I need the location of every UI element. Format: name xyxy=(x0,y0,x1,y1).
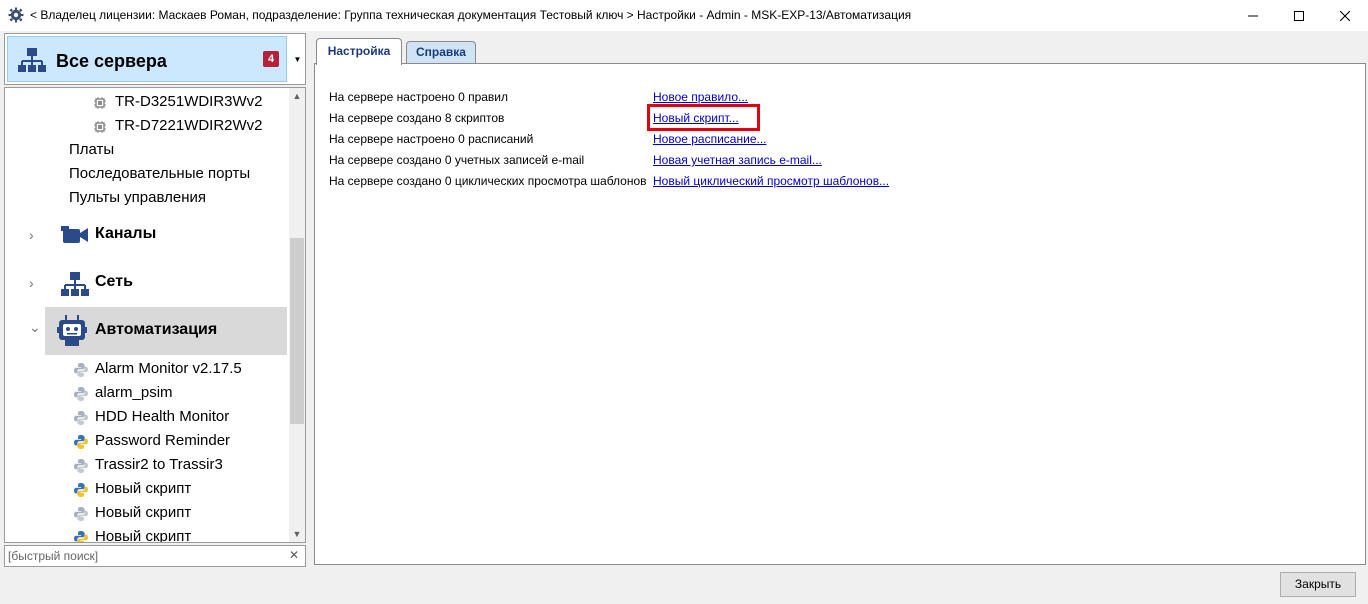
title-bar: < Владелец лицензии: Маскаев Роман, подр… xyxy=(0,0,1368,31)
tree-section-network[interactable]: › Сеть xyxy=(5,259,289,307)
tree-script-item[interactable]: Trassir2 to Trassir3 xyxy=(5,453,289,477)
tree-section-automation-selected[interactable]: Автоматизация xyxy=(45,307,287,355)
new-email-account-link[interactable]: Новая учетная запись e-mail... xyxy=(653,153,822,173)
new-schedule-link[interactable]: Новое расписание... xyxy=(653,132,767,152)
python-icon-inactive xyxy=(74,411,88,425)
tree-script-label: alarm_psim xyxy=(95,384,173,401)
tree-script-label: Alarm Monitor v2.17.5 xyxy=(95,360,242,377)
server-dropdown-button[interactable]: ▼ xyxy=(290,34,305,84)
tree-item-label: Последовательные порты xyxy=(69,165,251,182)
network-icon xyxy=(61,272,89,296)
camera-icon xyxy=(61,226,88,243)
python-icon-inactive xyxy=(74,459,88,473)
window-title: < Владелец лицензии: Маскаев Роман, подр… xyxy=(30,8,912,22)
left-panel: Все сервера 4 ▼ TR-D3251WDIR3Wv2 TR-D722… xyxy=(4,33,306,567)
tree-script-label: Trassir2 to Trassir3 xyxy=(95,456,223,473)
tree-section-label: Каналы xyxy=(95,225,157,242)
schedules-status-text: На сервере настроено 0 расписаний xyxy=(329,132,534,146)
tree-script-label: Новый скрипт xyxy=(95,504,192,521)
rules-status-text: На сервере настроено 0 правил xyxy=(329,90,509,104)
close-button[interactable]: Закрыть xyxy=(1280,572,1356,597)
minimize-button[interactable] xyxy=(1230,0,1276,31)
tree-script-item[interactable]: HDD Health Monitor xyxy=(5,405,289,429)
network-icon xyxy=(18,48,46,72)
new-template-tour-link[interactable]: Новый циклический просмотр шаблонов... xyxy=(653,174,889,194)
gear-icon xyxy=(8,7,24,23)
tree-device-item[interactable]: TR-D3251WDIR3Wv2 xyxy=(5,90,289,114)
python-icon-inactive xyxy=(74,507,88,521)
chip-icon xyxy=(94,97,106,109)
quick-search[interactable]: ✕ xyxy=(4,545,306,567)
scroll-thumb[interactable] xyxy=(290,238,304,424)
tree-script-label: HDD Health Monitor xyxy=(95,408,230,425)
tree-section-label: Сеть xyxy=(95,273,133,290)
python-icon xyxy=(74,435,88,449)
tree-section-label: Автоматизация xyxy=(95,321,218,338)
python-icon-inactive xyxy=(74,363,88,377)
chip-icon xyxy=(94,121,106,133)
tree-item-label: Пульты управления xyxy=(69,189,206,206)
server-count-badge: 4 xyxy=(263,51,279,67)
python-icon-inactive xyxy=(74,387,88,401)
python-icon xyxy=(74,531,88,542)
tree-script-label: Новый скрипт xyxy=(95,528,192,543)
template-tours-status-text: На сервере создано 0 циклических просмот… xyxy=(329,174,647,188)
tab-help[interactable]: Справка xyxy=(406,41,476,64)
scroll-down-button[interactable]: ▼ xyxy=(289,526,305,542)
tree-script-item[interactable]: Новый скрипт xyxy=(5,501,289,525)
tree-script-item[interactable]: Alarm Monitor v2.17.5 xyxy=(5,357,289,381)
tree-item-serial-ports[interactable]: Последовательные порты xyxy=(5,162,289,186)
close-icon xyxy=(1340,10,1350,21)
tab-settings[interactable]: Настройка xyxy=(316,38,402,65)
automation-settings-panel: На сервере настроено 0 правил Новое прав… xyxy=(314,63,1366,565)
quick-search-input[interactable] xyxy=(8,548,278,564)
robot-icon xyxy=(57,315,87,346)
tree-scrollbar[interactable]: ▲ ▼ xyxy=(289,88,305,542)
scripts-status-text: На сервере создано 8 скриптов xyxy=(329,111,505,125)
tree-section-automation[interactable]: ⌄ Автоматизация xyxy=(5,307,289,355)
tree-script-item[interactable]: Новый скрипт xyxy=(5,525,289,543)
settings-window: < Владелец лицензии: Маскаев Роман, подр… xyxy=(0,0,1368,604)
server-selector[interactable]: Все сервера 4 ▼ xyxy=(4,33,306,85)
tree-script-item[interactable]: Новый скрипт xyxy=(5,477,289,501)
tree-script-label: Password Reminder xyxy=(95,432,231,449)
server-selector-body[interactable]: Все сервера 4 xyxy=(7,36,287,82)
tree-device-label: TR-D3251WDIR3Wv2 xyxy=(115,93,263,110)
highlight-annotation xyxy=(647,104,760,131)
email-accounts-status-text: На сервере создано 0 учетных записей e-m… xyxy=(329,153,585,167)
chevron-right-icon[interactable]: › xyxy=(29,275,34,291)
tree-item-control-panels[interactable]: Пульты управления xyxy=(5,186,289,210)
tree-device-item[interactable]: TR-D7221WDIR2Wv2 xyxy=(5,114,289,138)
tree-item-label: Платы xyxy=(69,141,115,158)
tree-item-boards[interactable]: Платы xyxy=(5,138,289,162)
chevron-right-icon[interactable]: › xyxy=(29,227,34,243)
tree-script-label: Новый скрипт xyxy=(95,480,192,497)
maximize-button[interactable] xyxy=(1276,0,1322,31)
tree-device-label: TR-D7221WDIR2Wv2 xyxy=(115,117,263,134)
tree-script-item[interactable]: Password Reminder xyxy=(5,429,289,453)
python-icon xyxy=(74,483,88,497)
scroll-up-button[interactable]: ▲ xyxy=(289,88,305,104)
close-window-button[interactable] xyxy=(1322,0,1368,31)
tree-script-item[interactable]: alarm_psim xyxy=(5,381,289,405)
minimize-icon xyxy=(1248,15,1258,16)
maximize-icon xyxy=(1294,10,1304,21)
server-tree: TR-D3251WDIR3Wv2 TR-D7221WDIR2Wv2 Платы … xyxy=(4,87,306,543)
server-selector-title: Все сервера xyxy=(56,51,167,71)
tree-section-channels[interactable]: › Каналы xyxy=(5,211,289,259)
chevron-down-icon[interactable]: ⌄ xyxy=(29,319,41,336)
clear-search-icon[interactable]: ✕ xyxy=(289,548,299,562)
